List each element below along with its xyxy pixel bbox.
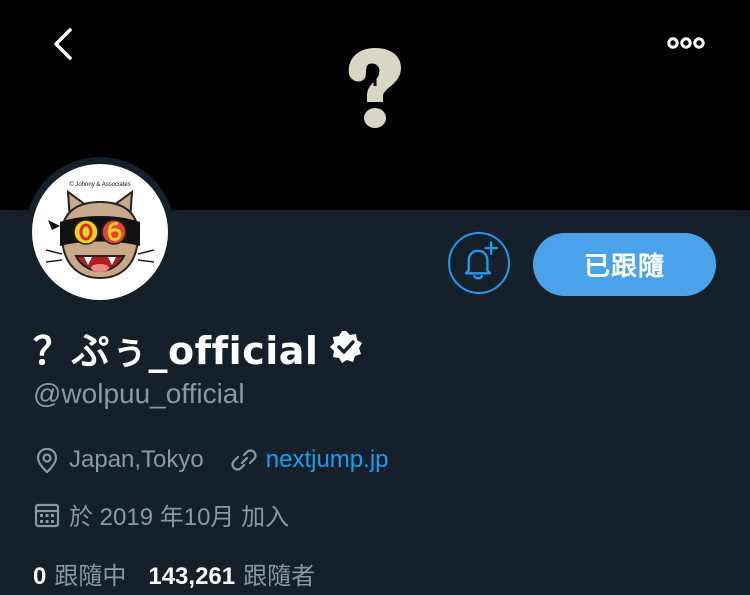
followers-stat[interactable]: 143,261 跟隨者 — [148, 556, 315, 591]
location-text: Japan,Tokyo — [69, 446, 204, 473]
display-name-row: ？ぷぅ_official — [33, 322, 364, 373]
joined-date-row: 於 2019 年10月 加入 — [33, 497, 289, 532]
user-handle: @wolpuu_official — [33, 378, 245, 409]
display-name: ？ぷぅ_official — [33, 328, 319, 373]
followers-label: 跟隨者 — [243, 563, 316, 590]
notification-toggle-button[interactable] — [448, 232, 510, 294]
followers-count: 143,261 — [148, 563, 236, 590]
following-label: 跟隨中 — [54, 563, 127, 590]
following-count: 0 — [33, 563, 47, 590]
question-mark-logo — [348, 48, 401, 128]
back-chevron-icon[interactable] — [48, 26, 80, 62]
avatar-frame: © Johnny & Associates — [25, 157, 175, 307]
avatar[interactable]: © Johnny & Associates — [32, 164, 168, 300]
following-stat[interactable]: 0 跟隨中 — [33, 556, 126, 591]
bell-plus-icon — [464, 241, 498, 280]
location-pin-icon — [36, 447, 58, 474]
cat-mascot-image — [45, 189, 155, 280]
verified-badge-icon — [330, 331, 363, 363]
more-dots-icon[interactable] — [664, 32, 708, 54]
follow-stats-row: 0 跟隨中 143,261 跟隨者 — [33, 556, 315, 591]
calendar-icon — [34, 503, 60, 527]
following-button[interactable]: 已跟隨 — [533, 233, 716, 296]
joined-date-text: 於 2019 年10月 加入 — [69, 504, 290, 531]
website-link[interactable]: nextjump.jp — [266, 446, 389, 474]
profile-meta-row: Japan,Tokyo nextjump.jp — [33, 446, 389, 474]
link-icon — [231, 449, 257, 471]
